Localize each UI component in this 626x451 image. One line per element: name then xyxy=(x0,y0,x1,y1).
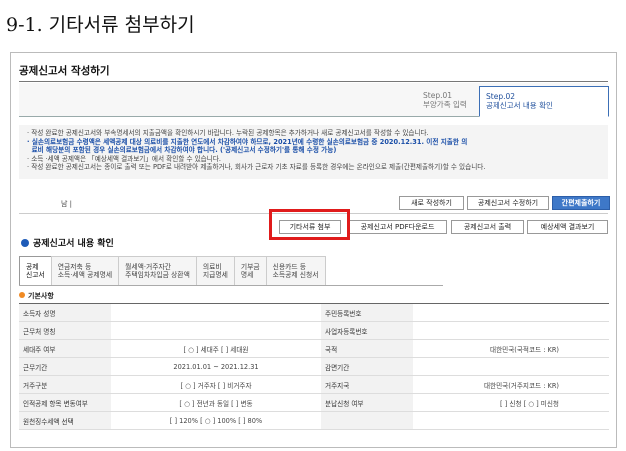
row-key: 세대주 여부 xyxy=(19,339,111,358)
row-value: [ ○ ] 거주자 [ ] 비거주자 xyxy=(111,375,321,394)
row-key xyxy=(321,411,413,430)
row-key: 국적 xyxy=(321,339,413,358)
step-2-label: 공제신고서 내용 확인 xyxy=(486,101,553,110)
tab-rent[interactable]: 월세액·거주자간 주택임차차입금 상환액 xyxy=(118,256,197,285)
notice-text: 작성 완료한 공제신고서는 종이로 출력 또는 PDF로 내려받아 제출하거나,… xyxy=(31,163,486,172)
row-key: 사업자등록번호 xyxy=(321,321,413,340)
table-row: 근무처 명칭 사업자등록번호 xyxy=(19,321,609,340)
section-heading: 공제신고서 내용 확인 xyxy=(21,236,114,249)
row-value: [ ] 120% [ ○ ] 100% [ ] 80% xyxy=(111,411,321,430)
tab-label: 명세 xyxy=(240,271,254,279)
table-row: 거주구분 [ ○ ] 거주자 [ ] 비거주자 거주지국 대한민국(거주지코드 … xyxy=(19,375,609,394)
row-key: 감면기간 xyxy=(321,357,413,376)
row-value: 2021.01.01 ~ 2021.12.31 xyxy=(111,357,321,376)
table-row: 근무기간 2021.01.01 ~ 2021.12.31 감면기간 xyxy=(19,357,609,376)
highlight-annotation xyxy=(269,209,350,240)
tab-label: 연금저축 등 xyxy=(57,263,92,271)
notice-line: · 실손의료보험금 수령액은 세액공제 대상 의료비를 지출한 연도에서 차감하… xyxy=(27,137,468,146)
tab-label: 소득공제 신청서 xyxy=(272,271,319,279)
row-value xyxy=(413,357,609,376)
edit-form-button[interactable]: 공제신고서 수정하기 xyxy=(467,196,549,210)
estimate-result-button[interactable]: 예상세액 결과보기 xyxy=(527,220,608,234)
tab-label: 신용카드 등 xyxy=(272,263,307,271)
step-tab-2[interactable]: Step.02 공제신고서 내용 확인 xyxy=(479,86,609,117)
row-value xyxy=(111,321,321,340)
tab-pension[interactable]: 연금저축 등 소득·세액 공제명세 xyxy=(50,256,120,285)
tab-donation[interactable]: 기부금 명세 xyxy=(233,256,267,285)
basic-info-table: 소득자 성명 주민등록번호 근무처 명칭 사업자등록번호 세대주 여부 [ ○ … xyxy=(19,303,609,430)
print-button[interactable]: 공제신고서 출력 xyxy=(451,220,524,234)
row-value xyxy=(413,321,609,340)
tab-label: 공제 xyxy=(26,263,39,271)
row-key: 거주지국 xyxy=(321,375,413,394)
tab-label: 기부금 xyxy=(240,263,260,271)
row-value xyxy=(111,303,321,322)
title-divider xyxy=(19,81,608,82)
row-key: 거주구분 xyxy=(19,375,111,394)
pdf-download-button[interactable]: 공제신고서 PDF다운로드 xyxy=(348,220,447,234)
simple-submit-button[interactable]: 간편제출하기 xyxy=(552,196,610,210)
row-key: 인적공제 항목 변동여부 xyxy=(19,393,111,412)
orange-bullet-icon xyxy=(19,292,25,298)
notice-line: 료비 해당분의 포함된 경우 실손의료보험금에서 차감하여야 합니다. ('공제… xyxy=(27,146,600,155)
pager-text: 남 | xyxy=(61,200,73,208)
step-1-number: Step.01 xyxy=(423,91,453,100)
row-key: 소득자 성명 xyxy=(19,303,111,322)
tab-label: 주택임차차입금 상환액 xyxy=(125,271,190,279)
tab-label: 월세액·거주자간 xyxy=(125,263,172,271)
notice-text: 료비 해당분의 포함된 경우 실손의료보험금에서 차감하여야 합니다. ('공제… xyxy=(31,146,337,155)
row-value xyxy=(413,411,609,430)
row-value: 대한민국(거주지코드 : KR) xyxy=(413,375,609,394)
step-tab-1[interactable]: Step.01 부양가족 입력 xyxy=(417,86,475,117)
tab-label: 소득·세액 공제명세 xyxy=(57,271,113,279)
row-value: [ ○ ] 세대주 [ ] 세대원 xyxy=(111,339,321,358)
notice-text: 소득 ·세액 공제액은 「예상세액 결과보기」에서 확인할 수 있습니다. xyxy=(31,154,221,163)
row-value: [ ] 신청 [ ○ ] 미신청 xyxy=(413,393,609,412)
row-value: 대한민국(국적코드 : KR) xyxy=(413,339,609,358)
row-key: 원천징수세액 선택 xyxy=(19,411,111,430)
new-write-button[interactable]: 새로 작성하기 xyxy=(399,196,464,210)
notice-text: 작성 완료한 공제신고서와 부속명세서의 지출금액을 확인하시기 바랍니다. 누… xyxy=(31,129,429,137)
tab-deduction-form[interactable]: 공제 신고서 xyxy=(19,256,52,285)
app-window: 공제신고서 작성하기 Step.01 부양가족 입력 Step.02 공제신고서… xyxy=(10,52,617,448)
table-row: 원천징수세액 선택 [ ] 120% [ ○ ] 100% [ ] 80% xyxy=(19,411,609,430)
tab-label: 신고서 xyxy=(26,271,45,279)
step-2-number: Step.02 xyxy=(486,92,516,101)
page-title: 공제신고서 작성하기 xyxy=(19,65,110,77)
tab-medical[interactable]: 의료비 지급명세 xyxy=(195,256,235,285)
notice-line: · 작성 완료한 공제신고서와 부속명세서의 지출금액을 확인하시기 바랍니다.… xyxy=(27,129,429,137)
notice-box: · 작성 완료한 공제신고서와 부속명세서의 지출금액을 확인하시기 바랍니다.… xyxy=(19,125,608,179)
row-key: 근무처 명칭 xyxy=(19,321,111,340)
notice-line: · 작성 완료한 공제신고서는 종이로 출력 또는 PDF로 내려받아 제출하거… xyxy=(27,163,486,172)
content-tabs: 공제 신고서 연금저축 등 소득·세액 공제명세 월세액·거주자간 주택임차차입금 상… xyxy=(19,256,443,286)
tab-credit-card[interactable]: 신용카드 등 소득공제 신청서 xyxy=(265,256,326,285)
step-navigation: Step.01 부양가족 입력 Step.02 공제신고서 내용 확인 xyxy=(19,83,609,117)
tab-label: 지급명세 xyxy=(202,271,228,279)
subsection-heading: 기본사항 xyxy=(19,291,54,301)
section-bullet-icon xyxy=(21,239,29,247)
tab-label: 의료비 xyxy=(202,263,222,271)
row-key: 주민등록번호 xyxy=(321,303,413,322)
subsection-heading-text: 기본사항 xyxy=(28,292,54,300)
row-value xyxy=(413,303,609,322)
notice-text: 실손의료보험금 수령액은 세액공제 대상 의료비를 지출한 연도에서 차감하여야… xyxy=(31,137,468,146)
table-row: 소득자 성명 주민등록번호 xyxy=(19,303,609,322)
notice-line: · 소득 ·세액 공제액은 「예상세액 결과보기」에서 확인할 수 있습니다. xyxy=(27,154,221,163)
table-row: 세대주 여부 [ ○ ] 세대주 [ ] 세대원 국적 대한민국(국적코드 : … xyxy=(19,339,609,358)
section-heading-text: 공제신고서 내용 확인 xyxy=(33,239,114,249)
row-key: 근무기간 xyxy=(19,357,111,376)
table-row: 인적공제 항목 변동여부 [ ○ ] 전년과 동일 [ ] 변동 분납신청 여부… xyxy=(19,393,609,412)
document-heading: 9-1. 기타서류 첨부하기 xyxy=(6,14,195,36)
row-key: 분납신청 여부 xyxy=(321,393,413,412)
step-1-label: 부양가족 입력 xyxy=(423,100,467,109)
row-value: [ ○ ] 전년과 동일 [ ] 변동 xyxy=(111,393,321,412)
